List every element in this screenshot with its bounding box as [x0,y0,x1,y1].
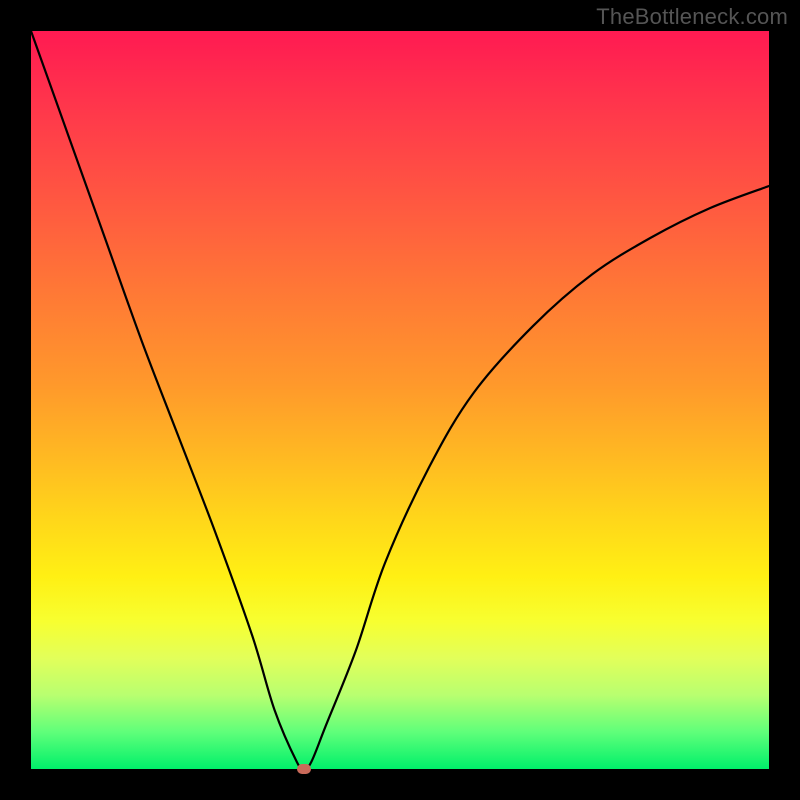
bottleneck-curve [31,31,769,769]
plot-area [31,31,769,769]
chart-frame: TheBottleneck.com [0,0,800,800]
watermark-text: TheBottleneck.com [596,4,788,30]
minimum-point-marker [297,764,311,774]
